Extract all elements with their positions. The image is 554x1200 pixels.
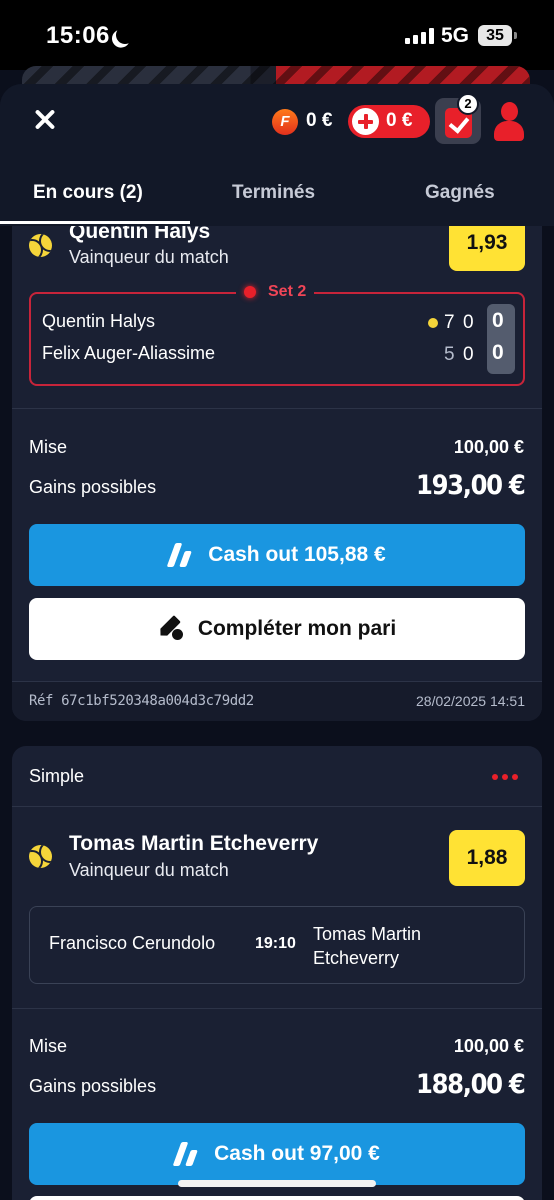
stake-value: 100,00 €: [453, 437, 524, 457]
cash-out-label: Cash out 105,88 €: [208, 543, 386, 566]
player-name: Quentin Halys: [42, 311, 156, 331]
game-points: 0: [492, 341, 504, 364]
bet-reference: Réf 67c1bf520348a004d3c79dd2: [29, 693, 254, 709]
market-name: Vainqueur du match: [69, 247, 229, 267]
stake-value: 100,00 €: [453, 1036, 524, 1056]
bet-card: Simple Tomas Martin Etcheverry Vainqueur…: [12, 746, 542, 1200]
live-dot-icon: [244, 286, 256, 298]
stake-label: Mise: [29, 1036, 68, 1056]
game-points: 0: [492, 309, 504, 332]
market-name: Vainqueur du match: [69, 860, 229, 880]
potential-gains-value: 193,00 €: [415, 470, 526, 501]
divider: [12, 408, 542, 409]
plus-icon: [352, 108, 379, 135]
battery-icon: 35: [478, 25, 517, 46]
bonus-balance: 0 €: [386, 110, 413, 131]
set1-score: 7: [444, 312, 455, 333]
my-bets-count-badge: 2: [457, 93, 479, 115]
bet-type-label: Simple: [29, 766, 85, 786]
home-indicator[interactable]: [178, 1180, 376, 1187]
live-score-box[interactable]: Set 2 Quentin Halys 7 0 Felix Auger-Alia…: [29, 283, 525, 386]
cash-out-icon: [168, 543, 192, 567]
status-time: 15:06: [46, 22, 110, 49]
signal-icon: [405, 28, 434, 44]
cash-out-button[interactable]: Cash out 97,00 €: [29, 1123, 525, 1185]
potential-gains-label: Gains possibles: [29, 1076, 157, 1096]
more-options-icon[interactable]: [492, 774, 518, 780]
potential-gains-label: Gains possibles: [29, 477, 157, 497]
set2-score: 0: [463, 344, 474, 365]
cash-out-icon: [174, 1142, 198, 1166]
serving-ball-icon: [428, 318, 438, 328]
bet-card: Quentin Halys Vainqueur du match 1,93 Se…: [12, 196, 542, 721]
freebet-balance[interactable]: 0 €: [306, 110, 332, 132]
set2-score: 0: [463, 312, 474, 333]
close-icon[interactable]: [34, 108, 56, 130]
set1-score: 5: [444, 344, 455, 365]
tennis-ball-icon: [29, 234, 52, 257]
player-name: Felix Auger-Aliassime: [42, 343, 216, 363]
moon-icon: [113, 23, 136, 46]
home-team: Francisco Cerundolo: [49, 933, 216, 953]
tab-won[interactable]: Gagnés: [425, 182, 495, 204]
odds-badge: 1,88: [449, 830, 525, 886]
complete-bet-button[interactable]: Compléter mon pari: [29, 598, 525, 660]
cash-out-button[interactable]: Cash out 105,88 €: [29, 524, 525, 586]
set-label-text: Set 2: [268, 283, 307, 300]
tab-in-progress[interactable]: En cours (2): [33, 182, 143, 204]
active-tab-indicator: [0, 221, 190, 224]
away-team: Tomas Martin Etcheverry: [313, 924, 422, 968]
network-type: 5G: [441, 24, 470, 47]
set-label: Set 2: [236, 283, 315, 301]
tab-finished[interactable]: Terminés: [232, 182, 315, 204]
divider: [12, 806, 542, 807]
status-bar: 15:06 5G 35: [0, 0, 554, 70]
cash-out-label: Cash out 97,00 €: [214, 1142, 380, 1165]
pencil-plus-icon: [158, 617, 183, 641]
stake-label: Mise: [29, 437, 68, 457]
complete-bet-label: Compléter mon pari: [197, 617, 397, 640]
match-time: 19:10: [255, 935, 296, 952]
divider: [12, 681, 542, 682]
divider: [12, 1008, 542, 1009]
potential-gains-value: 188,00 €: [415, 1069, 526, 1100]
freebet-icon: F: [272, 109, 298, 135]
bet-date: 28/02/2025 14:51: [416, 693, 525, 709]
user-icon[interactable]: [494, 102, 524, 142]
bet-footer: Réf 67c1bf520348a004d3c79dd2 28/02/2025 …: [12, 681, 542, 721]
match-info-box[interactable]: Francisco Cerundolo 19:10 Tomas Martin E…: [29, 906, 525, 984]
tennis-ball-icon: [29, 845, 52, 868]
complete-bet-button[interactable]: [29, 1196, 525, 1200]
selection-name: Tomas Martin Etcheverry: [69, 832, 319, 855]
